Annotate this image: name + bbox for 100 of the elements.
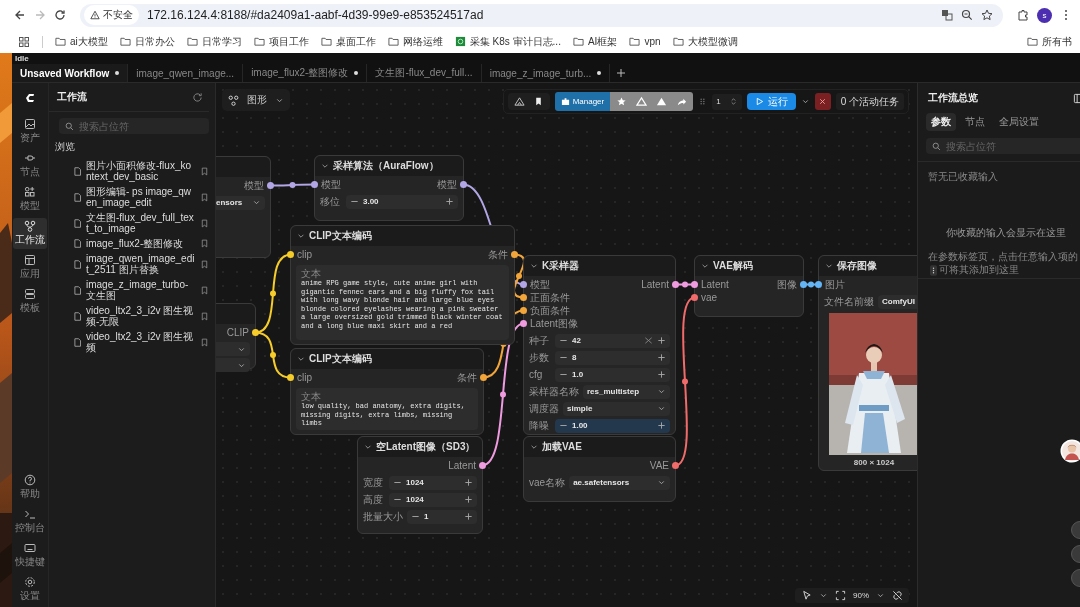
workflow-item[interactable]: image_qwen_image_edit_2511 图片替换 [49, 251, 209, 277]
socket[interactable] [480, 374, 487, 381]
text-field[interactable]: ComfyUI [878, 294, 917, 309]
bookmark-link[interactable]: 桌面工作 [320, 34, 376, 49]
collapse-icon[interactable] [530, 443, 538, 451]
mountain-icon[interactable] [656, 96, 668, 107]
manager-button[interactable]: Manager [554, 92, 611, 111]
node-header[interactable]: 空Latent图像（SD3） [358, 437, 482, 457]
bookmark-link[interactable]: 网络运维 [387, 34, 443, 49]
socket[interactable] [460, 181, 467, 188]
node-header[interactable]: 采样算法（AuraFlow） [315, 156, 463, 176]
number-field[interactable]: 3.00 [346, 194, 458, 209]
node-canvas[interactable] [216, 83, 917, 607]
input-port[interactable]: 模型 [315, 178, 341, 191]
collapse-icon[interactable] [825, 262, 833, 270]
socket[interactable] [672, 462, 679, 469]
input-port[interactable]: Latent [695, 278, 729, 291]
node-card[interactable]: 加载VAE VAE vae名称 ae.safetensors [523, 436, 676, 502]
shuffle-icon[interactable] [644, 336, 653, 345]
input-port[interactable]: 正面条件 [524, 291, 570, 304]
rail-item[interactable]: 设置 [13, 574, 47, 605]
input-port[interactable]: Latent图像 [524, 317, 578, 330]
node-card[interactable] [290, 225, 515, 345]
output-port[interactable]: Latent [641, 278, 675, 291]
rail-item[interactable]: 资产 [13, 116, 47, 147]
bookmark-link[interactable]: ai大模型 [55, 34, 108, 49]
input-port[interactable]: 模型 [524, 278, 550, 291]
caret-icon[interactable] [657, 478, 666, 487]
star-icon[interactable] [616, 96, 628, 107]
fit-view-icon[interactable] [835, 590, 846, 601]
node-header[interactable]: VAE解码 [695, 256, 803, 276]
plus-icon[interactable] [657, 336, 666, 345]
collapse-icon[interactable] [297, 232, 305, 240]
rail-item[interactable]: 工作流 [13, 218, 47, 249]
dropdown-field[interactable]: simple [563, 401, 670, 416]
collapse-icon[interactable] [530, 262, 538, 270]
node-card[interactable]: 保存图像 图片 文件名前缀 ComfyUI 800 × 1024 [818, 255, 917, 471]
rail-item[interactable]: 快捷键 [13, 540, 47, 571]
socket[interactable] [672, 281, 679, 288]
drag-handle-icon[interactable] [698, 97, 708, 106]
all-bookmarks-link[interactable]: 所有书 [1027, 34, 1072, 49]
rail-item[interactable]: 应用 [13, 252, 47, 283]
workflow-item[interactable]: 文生图-flux_dev_full_text_to_image [49, 210, 209, 236]
star-icon[interactable] [981, 9, 993, 21]
workflow-tab[interactable]: Unsaved Workflow [12, 64, 129, 82]
batch-count-field[interactable]: 1 [712, 93, 742, 110]
reload-icon[interactable] [54, 9, 66, 21]
mountain-icon[interactable] [513, 96, 525, 107]
panel-tab[interactable]: 节点 [960, 113, 990, 131]
plus-icon[interactable] [464, 495, 473, 504]
node-header[interactable]: K采样器 [524, 256, 675, 276]
new-tab-icon[interactable] [616, 68, 627, 78]
plus-icon[interactable] [464, 512, 473, 521]
workflow-item[interactable]: video_ltx2_3_i2v 图生视频 [49, 329, 209, 355]
workflow-item[interactable]: image_z_image_turbo-文生图 [49, 277, 209, 303]
dropdown-field[interactable] [216, 342, 250, 356]
input-port[interactable]: clip [291, 371, 312, 384]
link-off-icon[interactable] [892, 590, 903, 601]
plus-icon[interactable] [657, 421, 666, 430]
rail-item[interactable]: 模型 [13, 184, 47, 215]
node-header[interactable]: 保存图像 [819, 256, 917, 276]
workflow-tab[interactable]: image_flux2-整图修改 [243, 64, 368, 82]
socket[interactable] [800, 281, 807, 288]
plus-icon[interactable] [464, 478, 473, 487]
run-button[interactable]: 运行 [746, 93, 796, 110]
refresh-icon[interactable] [192, 91, 203, 103]
socket[interactable] [287, 374, 294, 381]
collapse-icon[interactable] [364, 443, 372, 451]
caret-icon[interactable] [800, 97, 810, 106]
socket[interactable] [267, 182, 274, 189]
address-bar[interactable]: 不安全 172.16.124.4:8188/#da2409a1-aabf-4d39-99e9-e853524517ad [80, 3, 1003, 27]
dropdown-field[interactable]: ensors [216, 195, 265, 210]
workflow-tab[interactable]: 文生图-flux_dev_full... [367, 64, 482, 82]
node-card[interactable]: K采样器 模型 Latent 正面条件 负面条件 Latent图像 种子 42 步数 8 cfg 1.0 采样器名称 res_multistep 调度器 simple 降噪 1.00 [523, 255, 676, 435]
collapse-icon[interactable] [701, 262, 709, 270]
socket[interactable] [311, 181, 318, 188]
caret-icon[interactable] [819, 591, 828, 600]
socket[interactable] [252, 329, 259, 336]
socket[interactable] [479, 462, 486, 469]
number-field[interactable]: 42 [555, 333, 670, 348]
bookmark-link[interactable]: 日常办公 [119, 34, 175, 49]
bookmark-link[interactable]: 大模型微调 [672, 34, 738, 49]
node-header[interactable] [216, 157, 270, 177]
security-chip[interactable]: 不安全 [84, 5, 139, 25]
apps-icon[interactable] [18, 35, 30, 48]
node-card[interactable]: 空Latent图像（SD3） Latent 宽度 1024 高度 1024 批量大小 1 [357, 436, 483, 534]
node-header[interactable] [216, 304, 255, 324]
socket[interactable] [287, 251, 294, 258]
number-field[interactable]: 1.0 [555, 367, 670, 382]
node-card[interactable]: 采样算法（AuraFlow） 模型 模型 移位 3.00 [314, 155, 464, 221]
bookmark-link[interactable]: 采集 K8s 审计日志... [454, 34, 561, 49]
workflow-tab[interactable]: image_z_image_turb... [481, 64, 611, 82]
number-field[interactable]: 1.00 [555, 418, 670, 433]
share-icon[interactable] [676, 96, 688, 107]
input-port[interactable]: 图片 [819, 278, 845, 291]
profile-avatar[interactable]: s [1037, 7, 1052, 23]
plus-icon[interactable] [657, 353, 666, 362]
collapse-icon[interactable] [297, 355, 305, 363]
output-port[interactable]: VAE [649, 459, 675, 472]
translate-icon[interactable] [941, 9, 953, 21]
